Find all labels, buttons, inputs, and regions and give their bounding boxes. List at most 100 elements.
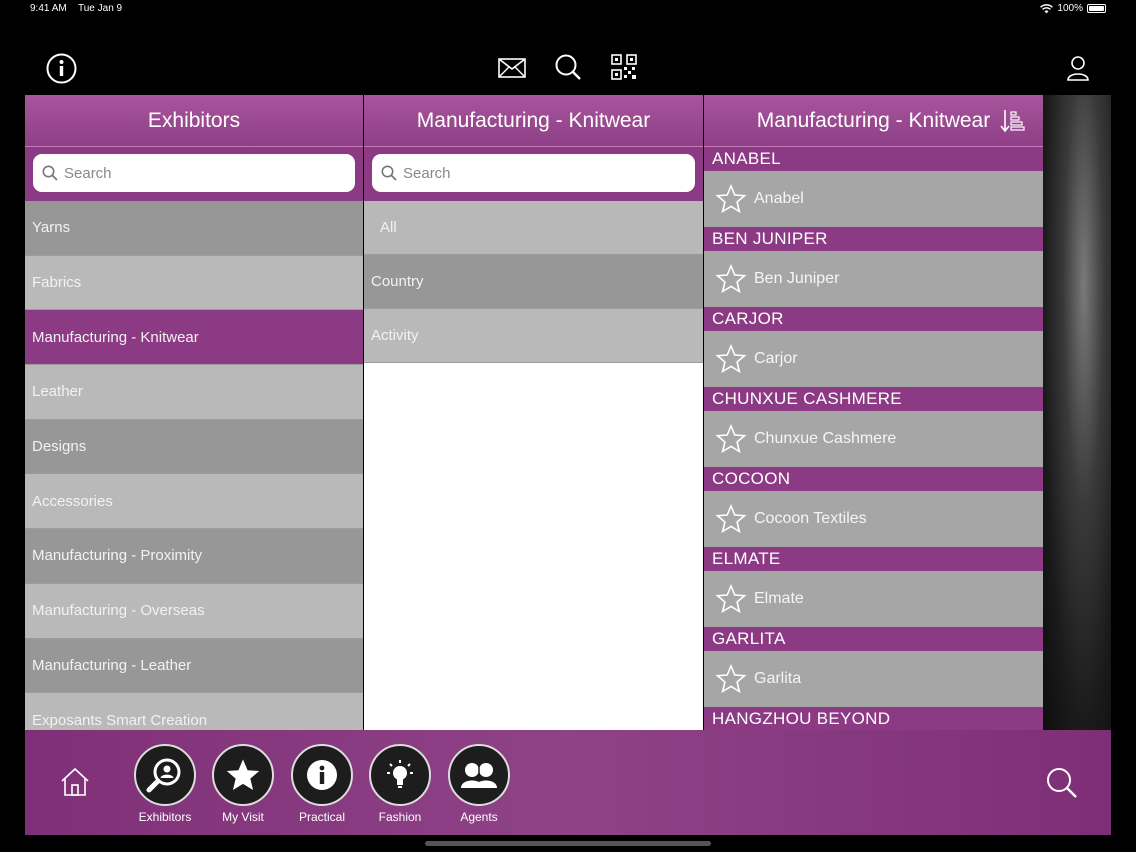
exhibitor-name: Carjor: [754, 350, 798, 367]
filter-label: All: [380, 219, 397, 236]
categories-header: Exhibitors: [25, 95, 363, 147]
section-header-chunxue-cashmere: CHUNXUE CASHMERE: [704, 387, 1043, 411]
section-label: HANGZHOU BEYOND: [712, 709, 891, 728]
filter-item-all[interactable]: All: [364, 201, 703, 255]
filters-panel: Manufacturing - Knitwear All Country Act…: [364, 95, 703, 730]
exhibitor-item-chunxue-cashmere[interactable]: Chunxue Cashmere: [704, 411, 1043, 467]
nav-exhibitors-button[interactable]: Exhibitors: [133, 744, 197, 824]
exhibitors-panel: Manufacturing - Knitwear ANABEL Anabel B…: [704, 95, 1043, 730]
bottom-nav: Exhibitors My Visit Practical Fashion Ag…: [25, 730, 1111, 835]
star-icon[interactable]: [716, 184, 746, 214]
info-icon: [291, 744, 353, 806]
section-label: ANABEL: [712, 149, 781, 168]
category-label: Manufacturing - Leather: [32, 656, 192, 674]
category-item-yarns[interactable]: Yarns: [25, 201, 363, 256]
category-label: Accessories: [32, 492, 113, 510]
search-icon: [42, 165, 58, 181]
category-label: Fabrics: [32, 274, 82, 292]
exhibitor-item-elmate[interactable]: Elmate: [704, 571, 1043, 627]
sort-icon[interactable]: [999, 108, 1025, 134]
category-label: Yarns: [32, 219, 71, 237]
category-label: Designs: [32, 438, 87, 456]
exhibitor-item-cocoon-textiles[interactable]: Cocoon Textiles: [704, 491, 1043, 547]
nav-label: Practical: [298, 810, 345, 824]
section-label: BEN JUNIPER: [712, 229, 828, 248]
nav-label: My Visit: [222, 810, 264, 824]
exhibitor-item-garlita[interactable]: Garlita: [704, 651, 1043, 707]
background-image: [1043, 95, 1111, 730]
star-icon: [212, 744, 274, 806]
category-item-accessories[interactable]: Accessories: [25, 474, 363, 530]
status-time: 9:41 AM: [30, 3, 67, 14]
mail-icon[interactable]: [497, 56, 527, 80]
user-icon[interactable]: [1065, 54, 1091, 82]
agents-icon: [448, 744, 510, 806]
category-label: Leather: [32, 383, 83, 401]
exhibitor-name: Cocoon Textiles: [754, 510, 867, 527]
exhibitor-name: Chunxue Cashmere: [754, 430, 897, 447]
filters-search-box[interactable]: [372, 154, 695, 192]
category-item-manufacturing-overseas[interactable]: Manufacturing - Overseas: [25, 583, 363, 639]
category-item-fabrics[interactable]: Fabrics: [25, 255, 363, 311]
categories-search-bar: [25, 147, 363, 201]
filter-label: Country: [371, 273, 424, 290]
section-label: COCOON: [712, 469, 791, 488]
category-item-designs[interactable]: Designs: [25, 419, 363, 475]
star-icon[interactable]: [716, 584, 746, 614]
section-header-cocoon: COCOON: [704, 467, 1043, 491]
categories-title: Exhibitors: [147, 108, 241, 132]
search-icon[interactable]: [553, 52, 583, 82]
category-item-leather[interactable]: Leather: [25, 365, 363, 420]
category-label: Manufacturing - Overseas: [32, 602, 205, 620]
filters-header: Manufacturing - Knitwear: [364, 95, 703, 147]
filters-search-input[interactable]: [403, 164, 663, 182]
category-item-manufacturing-leather[interactable]: Manufacturing - Leather: [25, 638, 363, 694]
nav-fashion-button[interactable]: Fashion: [368, 744, 432, 824]
exhibitor-item-ben-juniper[interactable]: Ben Juniper: [704, 251, 1043, 307]
exhibitor-name: Garlita: [754, 670, 802, 687]
status-bar: 9:41 AM Tue Jan 9 100%: [0, 0, 1136, 18]
category-label: Manufacturing - Proximity: [32, 547, 203, 565]
exhibitor-item-carjor[interactable]: Carjor: [704, 331, 1043, 387]
filter-item-activity[interactable]: Activity: [364, 309, 703, 363]
home-icon[interactable]: [59, 766, 91, 798]
search-icon[interactable]: [1045, 766, 1079, 800]
exhibitor-item-anabel[interactable]: Anabel: [704, 171, 1043, 227]
star-icon[interactable]: [716, 424, 746, 454]
filters-search-bar: [364, 147, 703, 201]
battery-percent: 100%: [1057, 3, 1083, 14]
battery-icon: [1087, 4, 1106, 13]
categories-search-input[interactable]: [64, 164, 324, 182]
info-icon[interactable]: [45, 52, 77, 84]
filter-item-country[interactable]: Country: [364, 255, 703, 309]
search-icon: [381, 165, 397, 181]
category-label: Exposants Smart Creation: [32, 711, 208, 729]
status-date: Tue Jan 9: [78, 3, 123, 14]
qr-code-icon[interactable]: [610, 53, 638, 81]
star-icon[interactable]: [716, 264, 746, 294]
star-icon[interactable]: [716, 664, 746, 694]
nav-practical-button[interactable]: Practical: [290, 744, 354, 824]
section-label: GARLITA: [712, 629, 786, 648]
wifi-icon: [1040, 3, 1054, 13]
status-right: 100%: [1040, 3, 1106, 14]
exhibitors-title: Manufacturing - Knitwear: [756, 108, 991, 132]
star-icon[interactable]: [716, 504, 746, 534]
section-label: CARJOR: [712, 309, 784, 328]
section-label: CHUNXUE CASHMERE: [712, 389, 902, 408]
category-item-manufacturing-proximity[interactable]: Manufacturing - Proximity: [25, 529, 363, 584]
exhibitors-header: Manufacturing - Knitwear: [704, 95, 1043, 147]
exhibitor-name: Elmate: [754, 590, 804, 607]
nav-agents-button[interactable]: Agents: [447, 744, 511, 824]
lightbulb-icon: [369, 744, 431, 806]
section-header-elmate: ELMATE: [704, 547, 1043, 571]
nav-label: Agents: [460, 810, 498, 824]
nav-label: Fashion: [378, 810, 422, 824]
star-icon[interactable]: [716, 344, 746, 374]
nav-my-visit-button[interactable]: My Visit: [211, 744, 275, 824]
category-item-manufacturing-knitwear[interactable]: Manufacturing - Knitwear: [25, 310, 363, 366]
categories-search-box[interactable]: [33, 154, 355, 192]
category-item-exposants-smart-creation[interactable]: Exposants Smart Creation: [25, 693, 363, 730]
section-header-carjor: CARJOR: [704, 307, 1043, 331]
exhibitor-search-icon: [134, 744, 196, 806]
